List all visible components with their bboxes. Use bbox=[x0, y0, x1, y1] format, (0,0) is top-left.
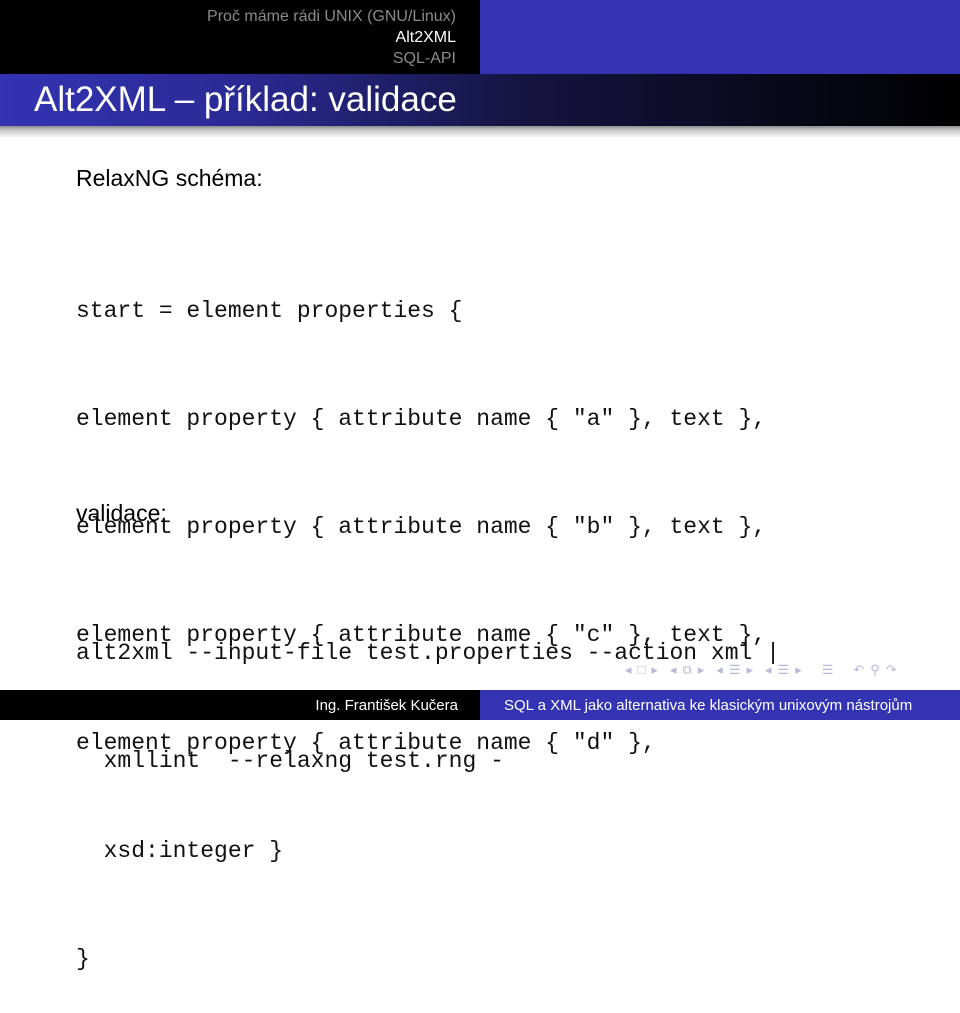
validation-code-block: alt2xml --input-file test.properties --a… bbox=[76, 563, 780, 815]
next-frame-arrow-icon[interactable]: ▸ bbox=[651, 662, 658, 678]
code-line: xmllint --relaxng test.rng - bbox=[76, 748, 504, 774]
headline-left: Proč máme rádi UNIX (GNU/Linux) Alt2XML … bbox=[0, 0, 480, 74]
validation-label: validace: bbox=[76, 500, 167, 526]
title-shadow bbox=[0, 126, 960, 138]
headline: Proč máme rádi UNIX (GNU/Linux) Alt2XML … bbox=[0, 0, 960, 74]
section-icon[interactable]: ☰ bbox=[778, 662, 790, 678]
section-link-alt2xml[interactable]: Alt2XML bbox=[207, 27, 456, 48]
code-line: xsd:integer } bbox=[76, 838, 284, 864]
section-link-sql-api[interactable]: SQL-API bbox=[207, 48, 456, 69]
code-line: } bbox=[76, 946, 90, 972]
forward-icon[interactable]: ↷ bbox=[886, 662, 897, 678]
prev-section-arrow-icon[interactable]: ◂ bbox=[765, 662, 772, 678]
subsection-icon[interactable]: ☰ bbox=[729, 662, 741, 678]
next-subsection-arrow-icon[interactable]: ▸ bbox=[746, 662, 753, 678]
section-link-unix[interactable]: Proč máme rádi UNIX (GNU/Linux) bbox=[207, 6, 456, 27]
code-line: start = element properties { bbox=[76, 298, 463, 324]
next-section-arrow-icon[interactable]: ▸ bbox=[795, 662, 802, 678]
talk-title: SQL a XML jako alternativa ke klasickým … bbox=[504, 697, 913, 714]
next-slide-arrow-icon[interactable]: ▸ bbox=[698, 662, 705, 678]
section-navigation: Proč máme rádi UNIX (GNU/Linux) Alt2XML … bbox=[207, 6, 456, 69]
prev-subsection-arrow-icon[interactable]: ◂ bbox=[716, 662, 723, 678]
frame-title-bar: Alt2XML – příklad: validace bbox=[0, 74, 960, 126]
footline: Ing. František Kučera SQL a XML jako alt… bbox=[0, 690, 960, 720]
frame-icon[interactable]: □ bbox=[638, 662, 646, 677]
beamer-navigation-symbols: ◂ □ ▸ ◂ ⧉ ▸ ◂ ☰ ▸ ◂ ☰ ▸ ☰ ↶ ⚲ ↷ bbox=[625, 662, 955, 682]
schema-label: RelaxNG schéma: bbox=[76, 165, 263, 191]
document-icon[interactable]: ☰ bbox=[822, 662, 834, 678]
slide-title: Alt2XML – příklad: validace bbox=[34, 80, 457, 119]
prev-frame-arrow-icon[interactable]: ◂ bbox=[625, 662, 632, 678]
headline-right bbox=[480, 0, 960, 74]
search-icon[interactable]: ⚲ bbox=[870, 662, 880, 678]
back-icon[interactable]: ↶ bbox=[853, 662, 864, 678]
code-line: element property { attribute name { "a" … bbox=[76, 406, 767, 432]
prev-slide-arrow-icon[interactable]: ◂ bbox=[670, 662, 677, 678]
slide-icon[interactable]: ⧉ bbox=[682, 662, 691, 678]
author-name: Ing. František Kučera bbox=[315, 697, 458, 714]
code-line: element property { attribute name { "b" … bbox=[76, 514, 767, 540]
footline-right: SQL a XML jako alternativa ke klasickým … bbox=[480, 690, 960, 720]
footline-left: Ing. František Kučera bbox=[0, 690, 480, 720]
